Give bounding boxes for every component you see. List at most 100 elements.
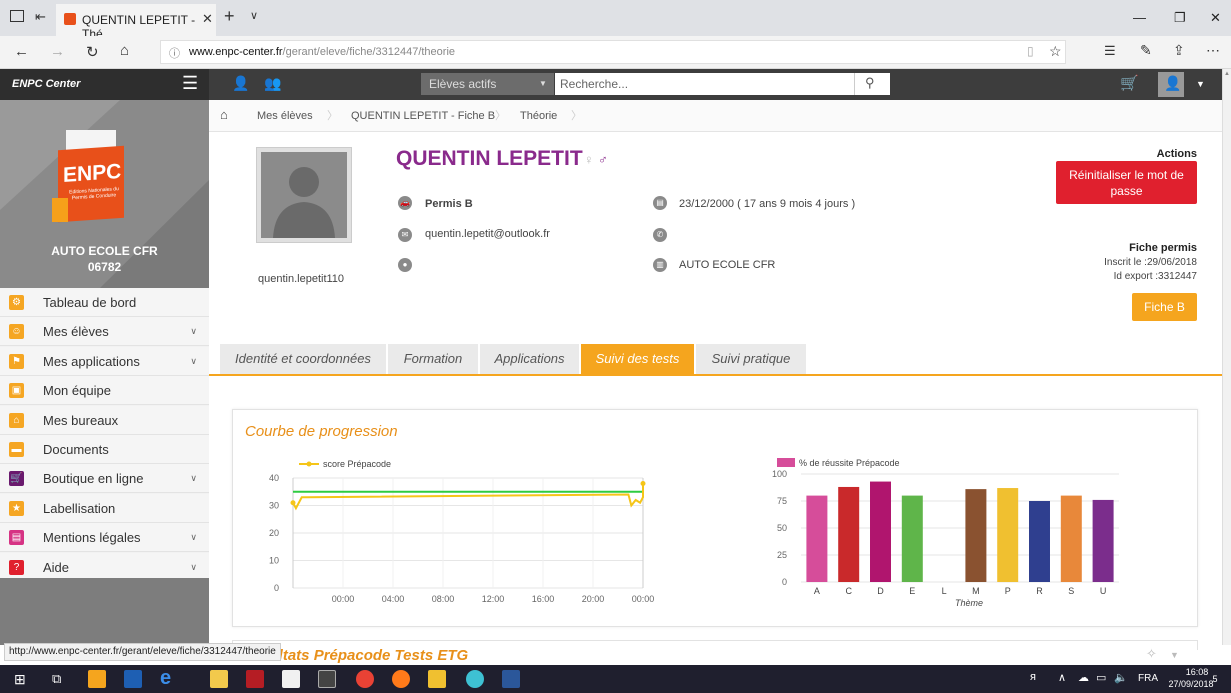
search-input[interactable]: Recherche... (555, 73, 854, 95)
word-icon[interactable] (502, 670, 520, 688)
notification-icon[interactable]: 5 (1205, 669, 1225, 689)
forward-icon[interactable]: → (50, 43, 65, 60)
close-tab-icon[interactable]: ✕ (202, 11, 213, 27)
info-icon[interactable]: ⓘ (169, 45, 180, 61)
fiche-b-button[interactable]: Fiche B (1132, 293, 1197, 321)
share-icon[interactable]: ⇪ (1173, 42, 1185, 59)
pen-icon[interactable]: ✎ (1140, 42, 1152, 59)
tab-list-chevron-icon[interactable]: ∨ (250, 9, 258, 22)
search-button[interactable]: ⚲ (854, 73, 890, 95)
firefox-icon[interactable] (392, 670, 410, 688)
dts-app-icon[interactable] (246, 670, 264, 688)
sidebar-item[interactable]: ▬ Documents (0, 435, 209, 464)
breadcrumb-item-fiche[interactable]: QUENTIN LEPETIT - Fiche B (351, 102, 495, 130)
language-indicator[interactable]: FRA (1138, 673, 1158, 684)
users-group-icon[interactable]: 👥 (264, 75, 281, 92)
student-filter-select[interactable]: Elèves actifs ▼ (421, 73, 554, 95)
x-tick-label: 16:00 (532, 594, 555, 604)
tab[interactable]: Applications (480, 344, 579, 374)
scroll-up-icon[interactable]: ▲ (1224, 71, 1230, 77)
task-view-icon[interactable]: ⧉ (52, 671, 61, 687)
edge-icon[interactable]: e (160, 667, 171, 690)
sidebar-item-icon: ⌂ (9, 412, 24, 428)
reading-view-icon[interactable]: ▯ (1027, 44, 1034, 58)
file-explorer-icon[interactable] (210, 670, 228, 688)
account-chevron-icon[interactable]: ▼ (1196, 79, 1205, 89)
tab[interactable]: Suivi pratique (696, 344, 806, 374)
new-tab-icon[interactable]: + (224, 6, 235, 27)
url-host: www.enpc-center.fr (189, 46, 283, 58)
calculator-icon[interactable] (318, 670, 336, 688)
page-scrollbar[interactable]: ▲ (1222, 69, 1231, 645)
tab[interactable]: Suivi des tests (581, 344, 694, 374)
student-birthdate: 23/12/2000 ( 17 ans 9 mois 4 jours ) (679, 198, 856, 210)
sidebar-item[interactable]: ★ Labellisation (0, 493, 209, 523)
favorites-hub-icon[interactable]: ☰ (1104, 43, 1116, 59)
sidebar-item[interactable]: ▣ Mon équipe (0, 376, 209, 406)
reset-password-button[interactable]: Réinitialiser le mot de passe (1056, 161, 1197, 204)
bar (870, 481, 891, 582)
legend-label: % de réussite Prépacode (799, 458, 900, 468)
phone-icon: ✆ (653, 228, 667, 242)
hamburger-menu-icon[interactable]: ☰ (182, 73, 198, 94)
x-tick-label: R (1036, 586, 1043, 596)
tab-preview-icon[interactable] (10, 10, 24, 22)
tab[interactable]: Formation (388, 344, 478, 374)
tray-chevron-icon[interactable]: ∧ (1058, 671, 1066, 684)
windows-taskbar: ⊞ ⧉ e ᴙ ∧ ☁ ▭ 🔈 FRA 16:08 27/09/2018 5 (0, 665, 1231, 693)
cart-icon[interactable]: 🛒 (1120, 74, 1139, 92)
collapse-chevron-icon[interactable]: ▼ (1170, 650, 1179, 660)
maximize-icon[interactable]: ❐ (1174, 10, 1186, 26)
tab[interactable]: Identité et coordonnées (220, 344, 386, 374)
back-icon[interactable]: ← (14, 43, 29, 60)
pin-icon[interactable]: ✧ (1146, 646, 1157, 662)
sidebar-item[interactable]: 🛒 Boutique en ligne ∨ (0, 464, 209, 494)
breadcrumb-item-theorie[interactable]: Théorie (520, 102, 557, 130)
series-line (292, 483, 644, 511)
battery-icon[interactable]: ▭ (1096, 671, 1106, 684)
volume-icon[interactable]: 🔈 (1114, 671, 1128, 684)
school-name: AUTO ECOLE CFR (51, 244, 158, 258)
refresh-icon[interactable]: ↻ (86, 43, 99, 61)
app-q-icon[interactable] (428, 670, 446, 688)
media-player-icon[interactable] (124, 670, 142, 688)
colorful-app-icon[interactable] (466, 670, 484, 688)
windows-start-icon[interactable]: ⊞ (14, 671, 26, 688)
store-icon[interactable] (88, 670, 106, 688)
home-breadcrumb-icon[interactable]: ⌂ (220, 107, 228, 122)
address-field[interactable]: ⓘ www.enpc-center.fr/gerant/eleve/fiche/… (160, 40, 1066, 64)
y-tick-label: 100 (772, 469, 787, 479)
x-tick-label: P (1005, 586, 1011, 596)
sidebar-item[interactable]: ⚙ Tableau de bord (0, 288, 209, 317)
x-tick-label: S (1068, 586, 1074, 596)
sidebar-item[interactable]: ▤ Mentions légales ∨ (0, 523, 209, 553)
browser-tab[interactable]: QUENTIN LEPETIT - Thé ✕ (56, 4, 216, 41)
legend-swatch (777, 458, 795, 467)
breadcrumb-item-eleves[interactable]: Mes élèves (257, 102, 313, 130)
actions-title: Actions (1156, 148, 1197, 160)
male-gender-icon: ♂ (598, 152, 608, 167)
tabs-aside-icon[interactable]: ⇤ (35, 9, 46, 25)
sidebar-item[interactable]: ⚑ Mes applications ∨ (0, 346, 209, 376)
sidebar-item-icon: ▬ (9, 442, 24, 457)
close-window-icon[interactable]: ✕ (1210, 10, 1221, 26)
chevron-down-icon: ▼ (539, 79, 547, 88)
url-path: /gerant/eleve/fiche/3312447/theorie (282, 46, 456, 58)
people-icon[interactable]: ᴙ (1030, 671, 1036, 683)
home-icon[interactable]: ⌂ (120, 42, 129, 59)
breadcrumb: ⌂ Mes élèves 〉 QUENTIN LEPETIT - Fiche B… (209, 100, 1222, 132)
sidebar-item[interactable]: ⌂ Mes bureaux (0, 405, 209, 435)
more-icon[interactable]: ⋯ (1206, 42, 1220, 59)
status-url-text: http://www.enpc-center.fr/gerant/eleve/f… (9, 646, 276, 657)
avatar[interactable]: 👤 (1158, 72, 1184, 97)
network-icon[interactable]: ☁ (1078, 671, 1089, 684)
sidebar-item-icon: ⚙ (9, 295, 24, 310)
minimize-icon[interactable]: — (1133, 10, 1146, 25)
favorite-star-icon[interactable]: ☆ (1049, 43, 1062, 60)
add-user-icon[interactable]: 👤 (232, 75, 249, 92)
document-icon[interactable] (282, 670, 300, 688)
address-toolbar: ← → ↻ ⌂ ⓘ www.enpc-center.fr/gerant/elev… (0, 36, 1231, 69)
sidebar-item[interactable]: ☺ Mes élèves ∨ (0, 317, 209, 347)
chrome-icon[interactable] (356, 670, 374, 688)
bar (1092, 499, 1114, 582)
